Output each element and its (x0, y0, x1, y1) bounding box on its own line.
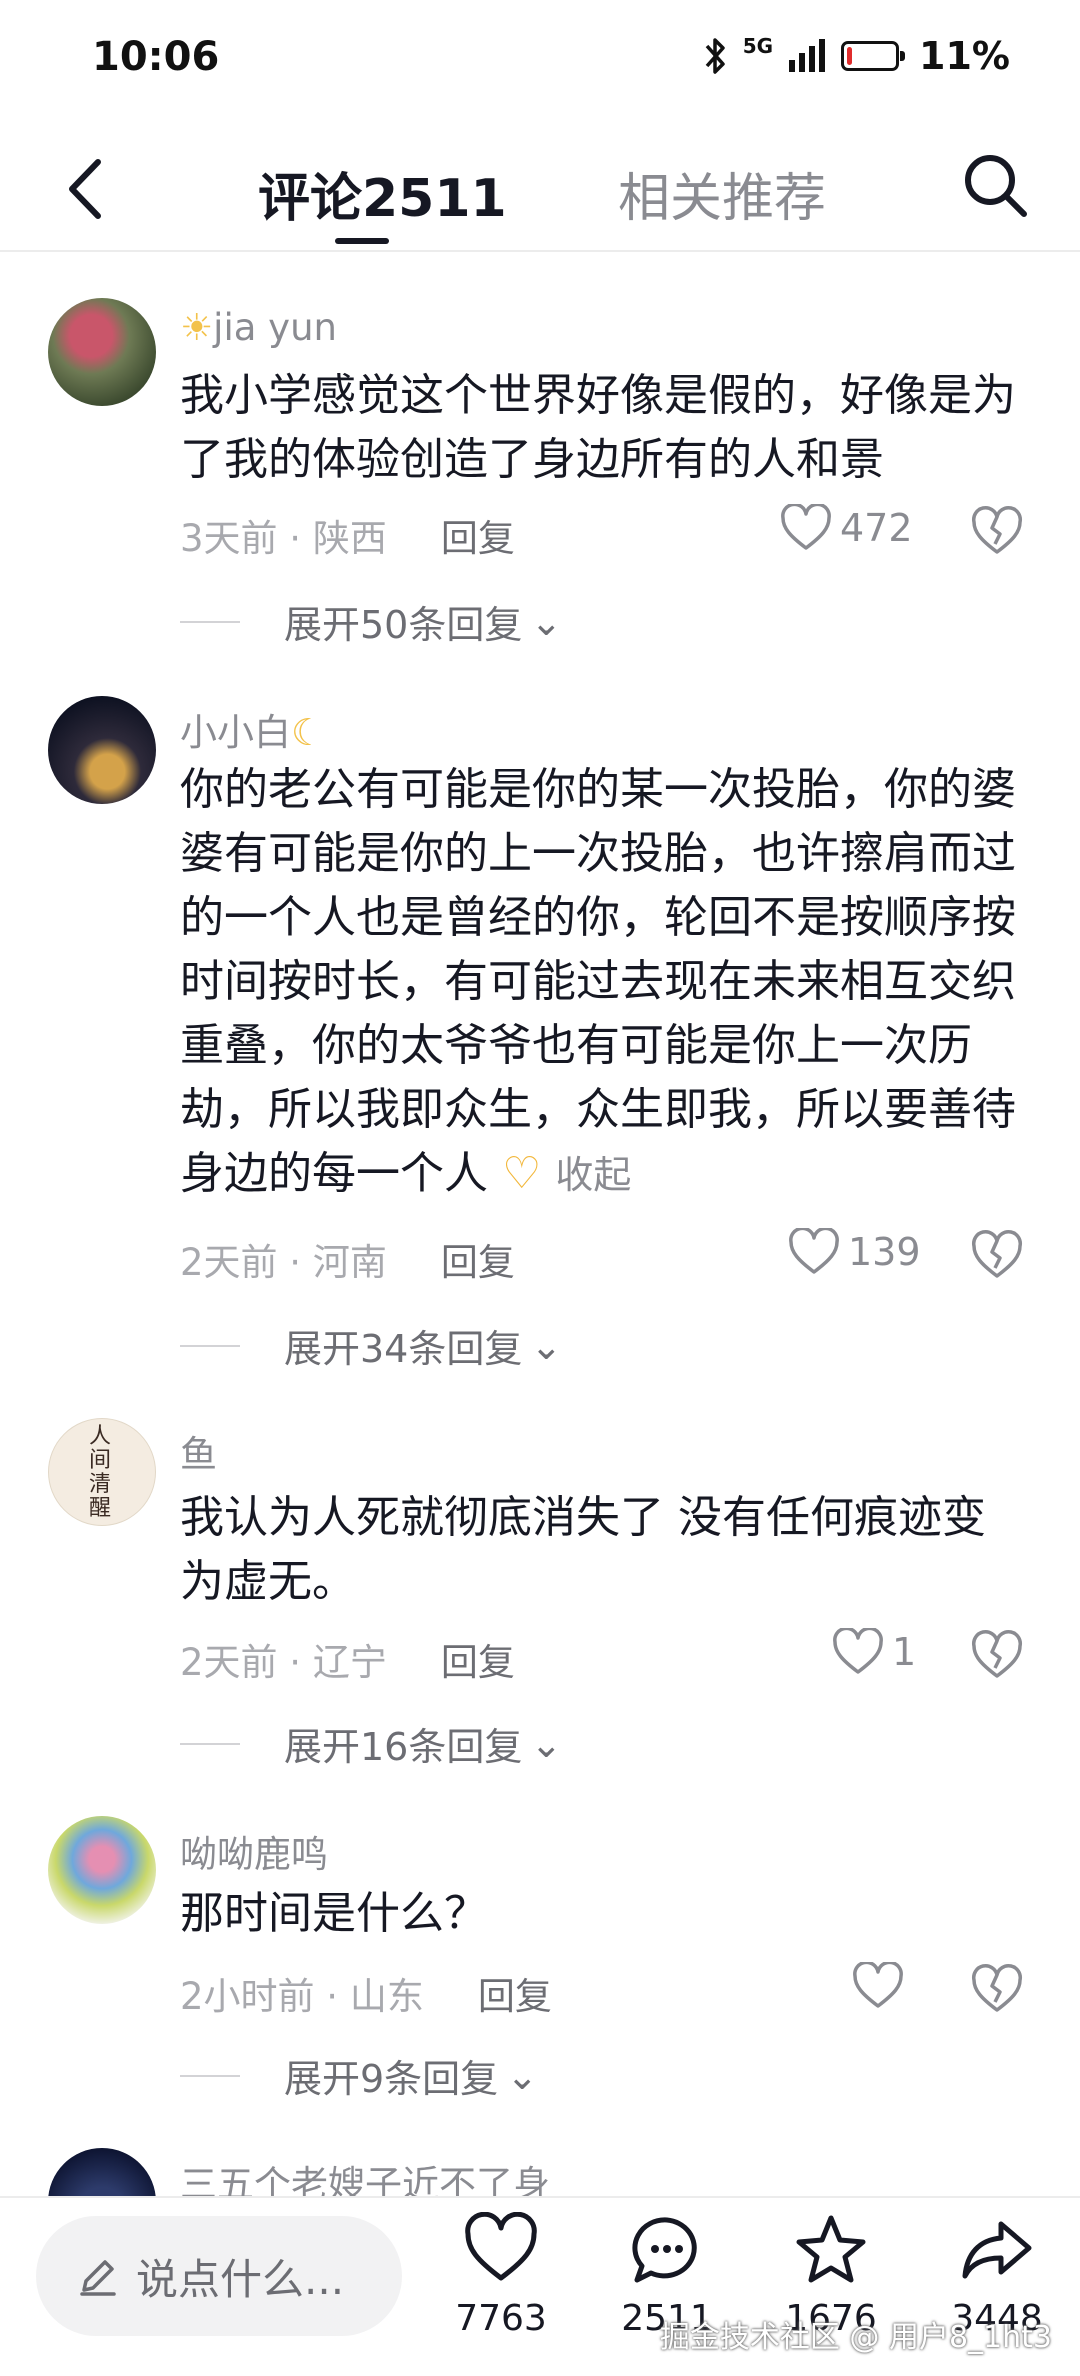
tab-comments[interactable]: 评论2511 (258, 156, 507, 231)
reply-button[interactable]: 回复 (478, 1975, 552, 2018)
finger-heart-emoji-icon: ♡ (488, 1148, 556, 1199)
comment-username[interactable]: 呦呦鹿鸣 (180, 1824, 328, 1878)
pen-icon (80, 2260, 116, 2296)
chevron-down-icon: ⌄ (506, 2053, 539, 2098)
status-bar: 10:06 5G 11% (0, 0, 1080, 120)
tab-related[interactable]: 相关推荐 (618, 156, 826, 231)
like-count: 7763 (455, 2298, 547, 2339)
like-button[interactable]: 139 (788, 1228, 921, 1276)
sun-emoji-icon: ☀ (180, 306, 214, 349)
dislike-icon[interactable] (970, 1628, 1024, 1682)
comment-text: 你的老公有可能是你的某一次投胎，你的婆婆有可能是你的上一次投胎，也许擦肩而过的一… (180, 764, 1016, 1199)
network-label: 5G (742, 34, 774, 58)
like-button[interactable]: 1 (832, 1628, 916, 1676)
heart-icon (465, 2211, 537, 2281)
comment-input[interactable]: 说点什么... (36, 2216, 402, 2336)
heart-icon (833, 1628, 883, 1674)
share-arrow-icon (962, 2221, 1032, 2279)
collapse-button[interactable]: 收起 (555, 1153, 631, 1197)
heart-icon (853, 1962, 903, 2008)
chevron-down-icon: ⌄ (530, 599, 563, 644)
comment-meta: 2小时前 · 山东 回复 (180, 1966, 552, 2020)
like-button[interactable]: 472 (780, 504, 913, 552)
chevron-down-icon: ⌄ (530, 1721, 563, 1766)
expand-replies-button[interactable]: 展开16条回复 ⌄ (180, 1716, 562, 1771)
expand-replies-button[interactable]: 展开34条回复 ⌄ (180, 1318, 562, 1373)
comment-time-location: 2小时前 · 山东 (180, 1975, 424, 2018)
comment-input-placeholder: 说点什么... (136, 2254, 345, 2304)
comment-meta: 2天前 · 辽宁 回复 (180, 1632, 515, 1686)
bluetooth-icon (705, 38, 725, 74)
heart-icon (789, 1228, 839, 1274)
avatar-text: 人间清醒 (89, 1424, 112, 1521)
avatar[interactable] (48, 298, 156, 406)
expand-replies-button[interactable]: 展开9条回复 ⌄ (180, 2048, 538, 2103)
comment-text: 那时间是什么？ (180, 1888, 488, 1939)
like-video-button[interactable]: 7763 (446, 2211, 556, 2339)
comment-text: 我小学感觉这个世界好像是假的，好像是为了我的体验创造了身边所有的人和景 (180, 370, 1016, 485)
dislike-icon[interactable] (970, 1228, 1024, 1282)
dislike-icon[interactable] (970, 504, 1024, 558)
comment-meta: 2天前 · 河南 回复 (180, 1232, 515, 1286)
reply-button[interactable]: 回复 (441, 1241, 515, 1284)
reply-button[interactable]: 回复 (441, 517, 515, 560)
tab-indicator (335, 238, 389, 244)
like-button[interactable] (852, 1962, 912, 2010)
search-icon[interactable] (958, 148, 1032, 222)
avatar[interactable] (48, 1816, 156, 1924)
star-icon (796, 2215, 866, 2283)
comment-time-location: 3天前 · 陕西 (180, 517, 387, 560)
status-time: 10:06 (92, 34, 220, 80)
comment-text: 我认为人死就彻底消失了 没有任何痕迹变为虚无。 (180, 1492, 986, 1607)
comment-time-location: 2天前 · 辽宁 (180, 1641, 387, 1684)
heart-icon (781, 504, 831, 550)
dislike-icon[interactable] (970, 1962, 1024, 2016)
battery-percent: 11% (919, 34, 1010, 78)
comment-time-location: 2天前 · 河南 (180, 1241, 387, 1284)
comment-bubble-icon (632, 2217, 697, 2283)
avatar[interactable]: 人间清醒 (48, 1418, 156, 1526)
bottom-action-bar: 说点什么... 7763 2511 1676 3448 掘金技术社区 @ 用户8… (0, 2196, 1080, 2376)
moon-emoji-icon: ☾ (291, 711, 325, 754)
comment-username[interactable]: 小小白☾ (180, 702, 324, 756)
like-count: 1 (892, 1630, 917, 1674)
like-count: 139 (848, 1230, 921, 1274)
comment-username[interactable]: ☀jia yun (180, 306, 337, 349)
reply-button[interactable]: 回复 (441, 1641, 515, 1684)
signal-icon (789, 39, 826, 72)
back-arrow-icon[interactable] (58, 154, 118, 224)
watermark: 掘金技术社区 @ 用户8_1ht3 (659, 2320, 1052, 2355)
comment-meta: 3天前 · 陕西 回复 (180, 508, 515, 562)
like-count: 472 (840, 506, 913, 550)
comments-header: 评论2511 相关推荐 (0, 130, 1080, 252)
expand-replies-button[interactable]: 展开50条回复 ⌄ (180, 594, 562, 649)
battery-icon (841, 41, 906, 71)
comment-username[interactable]: 鱼 (180, 1424, 217, 1478)
avatar[interactable] (48, 696, 156, 804)
chevron-down-icon: ⌄ (530, 1323, 563, 1368)
